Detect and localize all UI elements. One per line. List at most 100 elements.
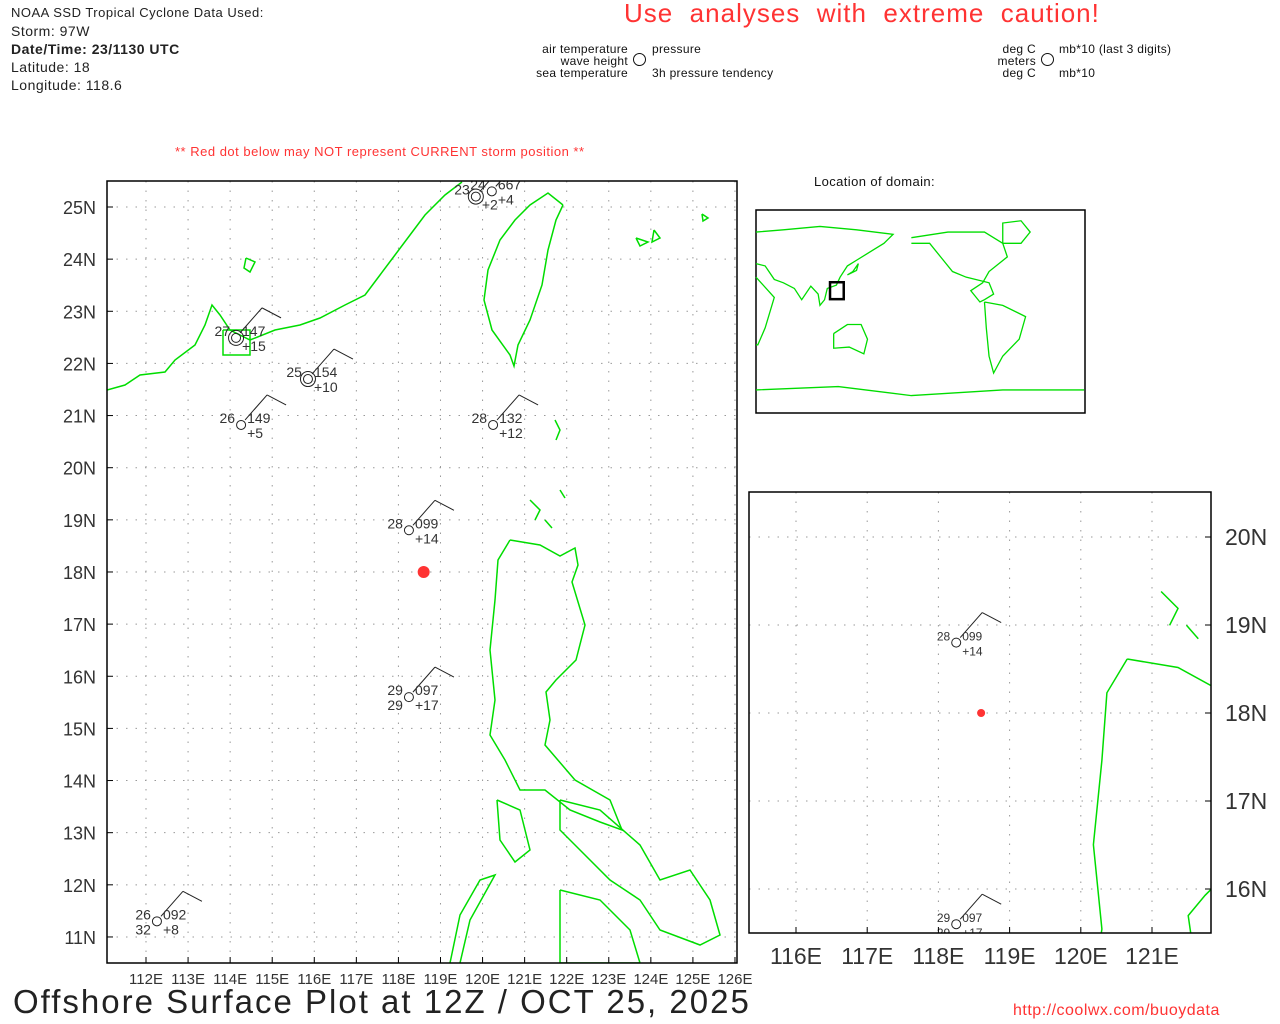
lat-tick-label: 25N [63,198,96,218]
coastline [449,873,497,963]
lon-tick-label: 120E [1054,943,1108,969]
station-pressure: 149 [247,410,271,426]
station-pressure: 092 [163,906,187,922]
station-tendency: +14 [415,530,439,546]
map-canvas: 27 147+1525 154+1026 149+528 132+1228 099+142… [63,161,1267,988]
coastline [701,213,710,223]
station-tendency: +12 [499,425,523,441]
station-pressure: 667 [498,176,522,192]
wind-barb-icon [981,612,1002,624]
wind-barb-icon [981,893,1002,905]
station-air-temp: 29 [387,682,403,698]
coastline [559,489,566,499]
station-air-temp: 28 [937,630,951,644]
station-air-temp: 29 [937,911,951,925]
station-circle [951,637,962,648]
lon-tick-label: 119E [984,943,1036,969]
footer-title: Offshore Surface Plot at 12Z / OCT 25, 2… [13,983,751,1020]
station-circle [231,332,242,343]
lat-tick-label: 23N [63,302,96,322]
coastline [529,499,541,521]
station-plot: 24 667+4 [470,161,537,207]
coastline [243,257,257,274]
coastline [544,519,553,529]
station-circle [236,419,247,430]
wind-barb-icon [502,167,521,177]
coastline [554,419,561,441]
station-plot: 25 154+10 [286,348,354,395]
coastline [107,181,463,391]
station-tendency: +8 [163,921,179,937]
station-tendency: +4 [498,191,514,207]
station-circle [951,919,962,930]
station-circle [302,374,313,385]
lat-tick-label: 18N [63,563,96,583]
lat-tick-label: 12N [63,876,96,896]
lat-tick-label: 11N [64,928,96,948]
station-tendency: +5 [247,425,263,441]
coastline [1160,590,1179,626]
station-plot: 28 099+14 [937,612,1002,659]
lon-tick-label: 117E [841,943,893,969]
wind-barb-icon [434,666,455,678]
lat-tick-label: 13N [63,824,96,844]
coastline [651,229,662,244]
coastline [489,539,624,832]
lon-tick-label: 116E [770,943,822,969]
station-plot: 26 092+8 32 [135,890,203,937]
station-pressure: 099 [415,515,439,531]
station-circle [403,692,414,703]
station-air-temp: 26 [135,906,151,922]
lat-tick-label: 18N [1225,700,1267,726]
station-tendency: +15 [242,338,266,354]
coastline [483,192,564,369]
station-plot: 28 132+12 [471,394,539,441]
station-circle [470,191,481,202]
map-content: 28 099+1429 097+1729 [749,492,1211,933]
station-sea-temp: 32 [135,921,151,937]
station-air-temp: 28 [471,410,487,426]
station-plot: 26 149+5 [220,394,287,441]
lat-tick-label: 22N [63,354,96,374]
station-circle [151,916,162,927]
station-tendency: +10 [314,379,338,395]
wind-barb-icon [261,307,282,319]
map-content: 27 147+1525 154+1026 149+528 132+1228 099+142… [107,161,737,963]
main-map: 27 147+1525 154+1026 149+528 132+1228 099+142… [63,161,753,988]
lat-tick-label: 15N [63,719,96,739]
lat-tick-label: 20N [63,459,96,479]
station-plot: 28 099+14 [387,499,455,546]
station-circle [403,525,414,536]
storm-position-dot [977,709,986,717]
lat-tick-label: 21N [63,407,96,427]
station-tendency: +14 [962,645,983,659]
storm-position-dot [417,565,430,578]
station-pressure: 097 [415,682,439,698]
coastline [635,237,650,248]
station-air-temp: 25 [286,364,302,380]
station-pressure: 132 [499,410,523,426]
lat-tick-label: 16N [1225,876,1267,902]
lon-tick-label: 121E [1125,943,1179,969]
lat-tick-label: 20N [1225,524,1267,550]
lat-tick-label: 17N [63,615,96,635]
lat-tick-label: 16N [63,667,96,687]
wind-barb-icon [518,394,539,406]
world-frame [755,209,1086,414]
station-pressure: 154 [314,364,338,380]
station-sea-temp: 29 [387,697,403,713]
station-air-temp: 24 [470,176,486,192]
lat-tick-label: 19N [1225,612,1267,638]
coastline [1185,624,1199,640]
coastline [559,799,721,946]
station-air-temp: 23 [454,182,470,198]
station-circle [486,186,497,197]
footer-url[interactable]: http://coolwx.com/buoydata [1013,1002,1220,1020]
lat-tick-label: 24N [63,250,96,270]
lat-tick-label: 14N [63,772,96,792]
wind-barb-icon [518,161,537,171]
station-plot: 29 097+17 29 [387,666,455,713]
lat-tick-label: 17N [1225,788,1267,814]
station-circle [488,419,499,430]
wind-barb-icon [266,394,287,406]
